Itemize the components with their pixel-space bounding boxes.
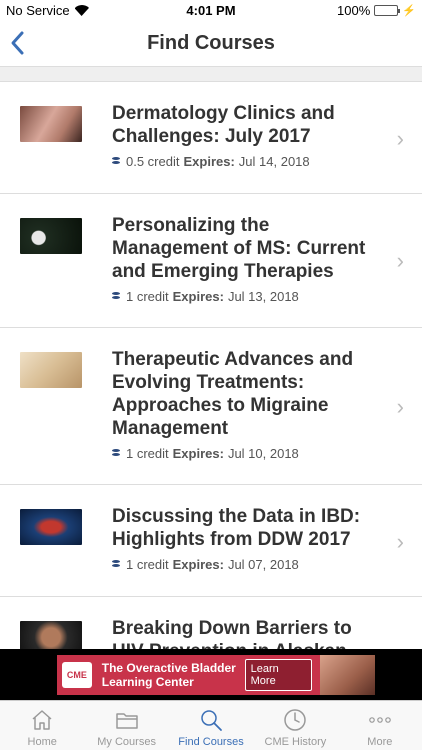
expires-date: Jul 13, 2018 — [227, 289, 299, 304]
credit-value: 0.5 credit — [126, 154, 180, 169]
course-title: Dermatology Clinics and Challenges: July… — [112, 103, 335, 147]
credit-icon — [112, 156, 120, 167]
tab-label: More — [367, 736, 393, 748]
charging-icon: ⚡ — [402, 5, 416, 17]
credit-value: 1 credit — [126, 446, 169, 461]
chevron-right-icon: › — [396, 248, 404, 273]
battery-icon — [374, 5, 401, 16]
page-title: Find Courses — [147, 32, 275, 54]
tab-bar: Home My Courses Find Courses CME History… — [0, 700, 422, 750]
course-meta: 0.5 credit Expires: Jul 14, 2018 — [112, 154, 372, 169]
tab-more[interactable]: More — [338, 701, 422, 750]
credit-value: 1 credit — [126, 557, 169, 572]
course-title: Breaking Down Barriers to HIV Prevention… — [112, 618, 352, 649]
tab-label: CME History — [264, 736, 327, 748]
tab-label: Find Courses — [178, 736, 244, 748]
tab-label: My Courses — [97, 736, 156, 748]
course-item[interactable]: Therapeutic Advances and Evolving Treatm… — [0, 328, 422, 485]
course-item[interactable]: Personalizing the Management of MS: Curr… — [0, 194, 422, 328]
course-item[interactable]: Breaking Down Barriers to HIV Prevention… — [0, 597, 422, 649]
expires-date: Jul 07, 2018 — [227, 557, 299, 572]
ad-headline: The Overactive Bladder Learning Center — [101, 661, 236, 689]
status-bar: No Service 4:01 PM 100% ⚡ — [0, 0, 422, 22]
chevron-right-icon: › — [396, 529, 404, 554]
course-thumbnail — [20, 106, 82, 142]
expires-label: Expires: — [183, 154, 235, 169]
course-thumbnail — [20, 621, 82, 649]
expires-label: Expires: — [172, 557, 224, 572]
status-right: 100% ⚡ — [337, 3, 416, 18]
ad-bar: CME The Overactive Bladder Learning Cent… — [0, 649, 422, 700]
course-list[interactable]: Dermatology Clinics and Challenges: July… — [0, 82, 422, 649]
credit-icon — [112, 291, 120, 302]
expires-date: Jul 10, 2018 — [227, 446, 299, 461]
tab-label: Home — [27, 736, 57, 748]
chevron-right-icon: › — [396, 394, 404, 419]
tab-cme-history[interactable]: CME History — [253, 701, 337, 750]
ad-logo: CME — [62, 662, 92, 688]
chevron-right-icon: › — [396, 126, 404, 151]
expires-date: Jul 14, 2018 — [238, 154, 310, 169]
credit-icon — [112, 448, 120, 459]
course-thumbnail — [20, 218, 82, 254]
battery-percent: 100% — [337, 3, 371, 18]
course-thumbnail — [20, 509, 82, 545]
clock-icon — [284, 709, 307, 731]
credit-icon — [112, 559, 120, 570]
expires-label: Expires: — [172, 289, 224, 304]
ad-photo — [320, 655, 376, 695]
ad-learn-more-button[interactable]: Learn More — [244, 659, 313, 691]
course-title: Discussing the Data in IBD: Highlights f… — [112, 506, 361, 550]
folder-icon — [115, 713, 138, 729]
ad-banner[interactable]: CME The Overactive Bladder Learning Cent… — [57, 655, 376, 695]
tab-find-courses[interactable]: Find Courses — [169, 701, 253, 750]
course-title: Therapeutic Advances and Evolving Treatm… — [112, 349, 354, 439]
expires-label: Expires: — [172, 446, 224, 461]
tab-home[interactable]: Home — [0, 701, 84, 750]
course-item[interactable]: Dermatology Clinics and Challenges: July… — [0, 82, 422, 194]
tab-my-courses[interactable]: My Courses — [84, 701, 168, 750]
home-icon — [32, 710, 52, 730]
course-meta: 1 credit Expires: Jul 07, 2018 — [112, 557, 372, 572]
header-divider — [0, 66, 422, 82]
credit-value: 1 credit — [126, 289, 169, 304]
course-item[interactable]: Discussing the Data in IBD: Highlights f… — [0, 485, 422, 597]
search-icon — [201, 710, 222, 731]
more-icon — [369, 717, 391, 723]
nav-bar: Find Courses — [0, 22, 422, 66]
course-title: Personalizing the Management of MS: Curr… — [112, 215, 366, 282]
course-thumbnail — [20, 352, 82, 388]
course-meta: 1 credit Expires: Jul 10, 2018 — [112, 446, 372, 461]
course-meta: 1 credit Expires: Jul 13, 2018 — [112, 289, 372, 304]
